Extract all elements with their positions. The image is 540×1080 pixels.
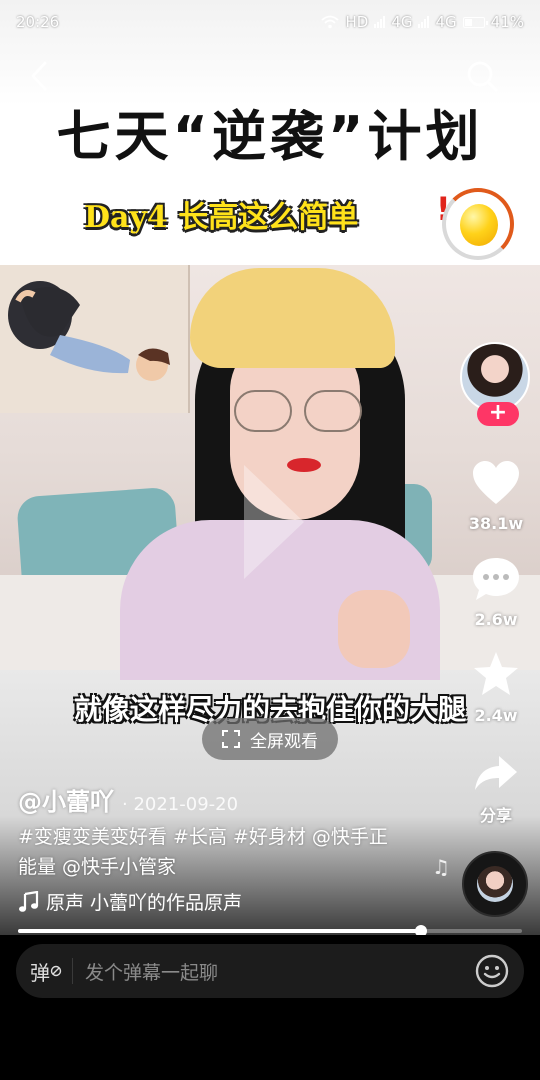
progress-bar[interactable] bbox=[18, 925, 522, 937]
comment-button[interactable]: 2.6w bbox=[456, 556, 536, 629]
progress-fill bbox=[18, 929, 422, 933]
person-hat bbox=[190, 268, 395, 368]
follow-button[interactable]: + bbox=[477, 402, 519, 426]
like-count: 38.1w bbox=[468, 514, 524, 533]
signal-icon bbox=[418, 16, 430, 28]
comment-icon bbox=[473, 558, 519, 600]
fullscreen-button[interactable]: 全屏观看 bbox=[202, 718, 338, 760]
glasses-left-lens bbox=[234, 390, 292, 432]
play-pause-button[interactable] bbox=[236, 457, 312, 587]
share-button[interactable]: 分享 bbox=[456, 754, 536, 826]
post-date: · 2021-09-20 bbox=[122, 794, 239, 815]
favorite-count: 2.4w bbox=[474, 706, 518, 725]
search-icon bbox=[467, 61, 498, 92]
status-bar: 20:26 HD 4G 4G 41% bbox=[0, 0, 540, 44]
battery-percent: 41% bbox=[490, 13, 524, 31]
network-4g-2: 4G bbox=[435, 13, 457, 31]
bottom-bar: 弹 发个弹幕一起聊 bbox=[0, 935, 540, 1080]
music-note-icon: ♫ bbox=[432, 855, 450, 879]
person-hand bbox=[338, 590, 410, 668]
heart-icon bbox=[473, 461, 519, 504]
music-disc-button[interactable] bbox=[462, 851, 528, 917]
author-avatar-group: + bbox=[460, 342, 530, 428]
danmaku-bar[interactable]: 弹 发个弹幕一起聊 bbox=[16, 944, 524, 998]
play-icon bbox=[244, 465, 304, 579]
share-icon bbox=[475, 756, 517, 790]
fullscreen-icon bbox=[222, 730, 240, 748]
sound-line[interactable]: 原声 小蕾吖的作品原声 bbox=[18, 888, 288, 915]
exercise-illustration bbox=[8, 281, 170, 381]
exercise-illustration-inset bbox=[0, 265, 190, 413]
signal-icon bbox=[374, 16, 386, 28]
glasses-right-lens bbox=[304, 390, 362, 432]
status-time: 20:26 bbox=[16, 13, 60, 31]
back-button[interactable] bbox=[22, 58, 58, 94]
video-title-sub: Day4 长高这么简单 bbox=[84, 200, 359, 235]
danmaku-input[interactable]: 发个弹幕一起聊 bbox=[85, 958, 474, 985]
star-icon bbox=[474, 652, 518, 695]
danmaku-toggle-label: 弹 bbox=[30, 960, 50, 985]
author-line: @小蕾吖 · 2021-09-20 bbox=[18, 782, 238, 817]
network-4g-1: 4G bbox=[391, 13, 413, 31]
egg-badge bbox=[442, 188, 514, 260]
fullscreen-label: 全屏观看 bbox=[250, 731, 318, 752]
battery-fill bbox=[464, 18, 472, 26]
comment-count: 2.6w bbox=[474, 610, 518, 629]
status-indicators: HD 4G 4G 41% bbox=[321, 13, 524, 31]
video-title-main: 七天“逆袭”计划 bbox=[56, 105, 484, 168]
sound-name: 原声 小蕾吖的作品原声 bbox=[46, 892, 243, 914]
screen: 七天“逆袭”计划 Day4 长高这么简单 ! 就像这样尽力的去抱住你的大腿 全屏… bbox=[0, 0, 540, 1080]
danmaku-off-icon bbox=[50, 965, 62, 977]
danmaku-toggle-button[interactable]: 弹 bbox=[30, 958, 73, 985]
wifi-icon bbox=[321, 15, 340, 29]
music-note-icon bbox=[19, 890, 39, 912]
battery-icon bbox=[462, 16, 488, 28]
egg-icon bbox=[460, 204, 498, 246]
like-button[interactable]: 38.1w bbox=[456, 460, 536, 533]
music-disc-cover bbox=[477, 866, 513, 902]
author-name[interactable]: @小蕾吖 bbox=[18, 782, 114, 817]
back-icon bbox=[31, 61, 47, 91]
favorite-button[interactable]: 2.4w bbox=[456, 650, 536, 725]
emoji-icon bbox=[475, 954, 509, 988]
search-button[interactable] bbox=[462, 56, 502, 96]
emoji-button[interactable] bbox=[474, 953, 510, 989]
share-label: 分享 bbox=[479, 806, 512, 825]
network-hd: HD bbox=[345, 13, 369, 31]
video-description[interactable]: #变瘦变美变好看 #长高 #好身材 @快手正能量 @快手小管家 bbox=[18, 822, 398, 882]
